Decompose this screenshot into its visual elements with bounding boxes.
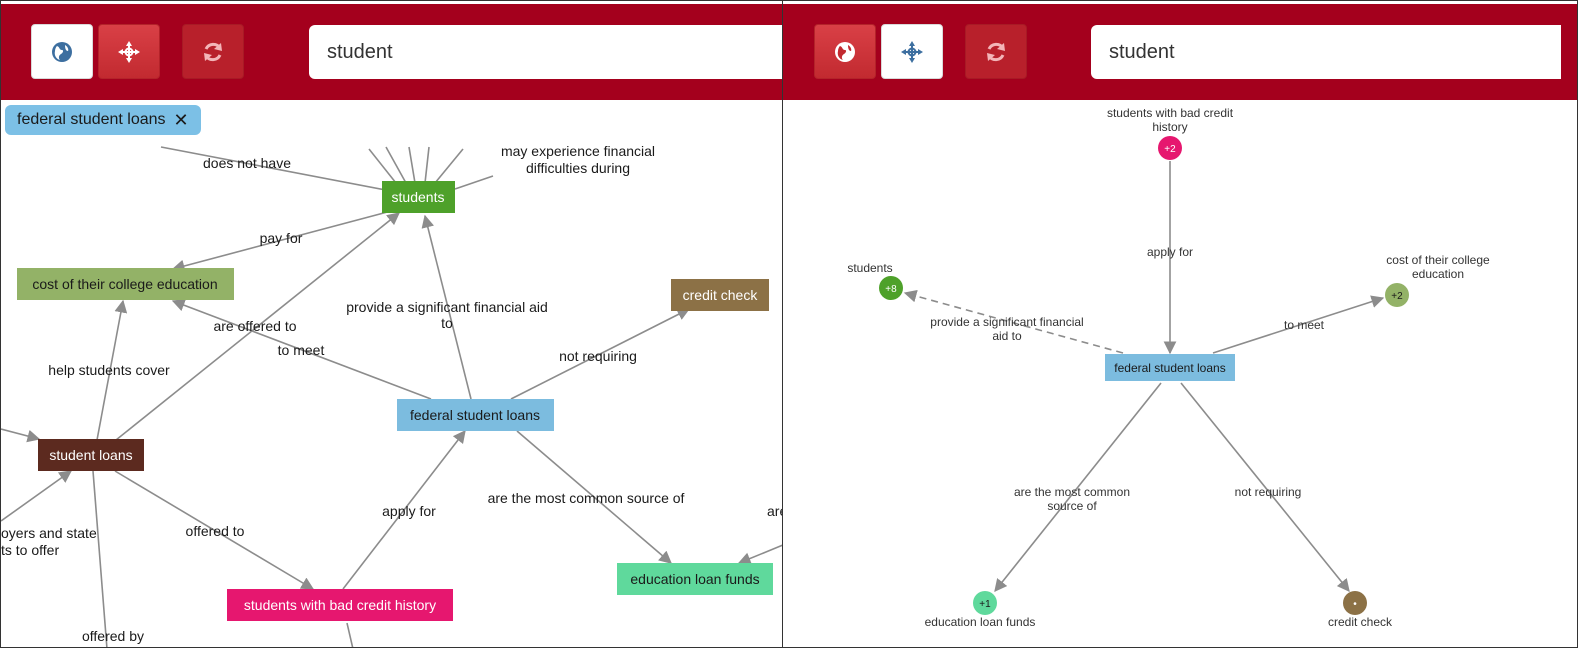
edge-label-employers-2: ts to offer bbox=[1, 542, 59, 558]
node-student-loans-label: student loans bbox=[49, 447, 132, 463]
crosshair-icon bbox=[118, 40, 140, 63]
node-federal-student-loans[interactable]: federal student loans bbox=[1105, 354, 1235, 381]
node-cost-of-college-education[interactable]: cost of their college education +2 bbox=[1385, 253, 1490, 307]
filter-chip-label: federal student loans bbox=[17, 111, 166, 128]
toolbar: student bbox=[1, 4, 782, 100]
node-student-loans[interactable]: student loans bbox=[38, 439, 144, 471]
edge-label-are: are bbox=[767, 503, 782, 519]
focus-view-button[interactable] bbox=[98, 24, 160, 79]
edge-label-financial-difficulties-1: may experience financial bbox=[501, 143, 655, 159]
right-graph-panel: student apply for provide a significant … bbox=[782, 0, 1578, 648]
close-icon[interactable]: ✕ bbox=[174, 110, 189, 131]
edge-label-pay-for: pay for bbox=[260, 230, 303, 246]
node-students[interactable]: students bbox=[382, 181, 455, 213]
node-edu-funds-label: education loan funds bbox=[630, 571, 759, 587]
node-credit-check-badge: • bbox=[1353, 599, 1357, 610]
search-input[interactable]: student bbox=[309, 25, 782, 79]
node-students[interactable]: students +8 bbox=[847, 261, 903, 300]
crosshair-icon bbox=[901, 40, 923, 63]
node-credit-check[interactable]: • credit check bbox=[1328, 591, 1393, 629]
toolbar: student bbox=[783, 4, 1577, 100]
refresh-icon bbox=[204, 42, 222, 61]
refresh-button[interactable] bbox=[182, 24, 244, 79]
node-education-loan-funds[interactable]: education loan funds bbox=[617, 563, 773, 595]
knowledge-graph[interactable]: does not have may experience financial d… bbox=[1, 100, 782, 648]
node-bad-credit-badge: +2 bbox=[1164, 144, 1176, 155]
edge-label-most-common-1: are the most common bbox=[1014, 485, 1130, 499]
edge-label-most-common-2: source of bbox=[1047, 499, 1097, 513]
edge-label-offered-by: offered by bbox=[82, 628, 144, 644]
node-education-loan-funds[interactable]: +1 education loan funds bbox=[925, 591, 1036, 629]
edge-label-to-meet: to meet bbox=[1284, 318, 1325, 332]
edge-label-to-meet: to meet bbox=[278, 342, 325, 358]
node-students-bad-credit[interactable]: students with bad credit history +2 bbox=[1107, 106, 1234, 160]
node-bad-credit-label: students with bad credit history bbox=[244, 597, 436, 613]
search-value: student bbox=[327, 40, 393, 63]
node-federal-label: federal student loans bbox=[410, 407, 540, 423]
node-cost-badge: +2 bbox=[1391, 291, 1403, 302]
node-edu-funds-badge: +1 bbox=[979, 599, 991, 610]
refresh-button[interactable] bbox=[965, 24, 1027, 79]
node-students-bad-credit[interactable]: students with bad credit history bbox=[227, 589, 453, 621]
focus-view-button[interactable] bbox=[881, 24, 943, 79]
focus-graph[interactable]: apply for provide a significant financia… bbox=[783, 100, 1578, 648]
node-federal-student-loans[interactable]: federal student loans bbox=[397, 399, 554, 431]
search-input[interactable]: student bbox=[1091, 25, 1561, 79]
node-bad-credit-label-1: students with bad credit bbox=[1107, 106, 1234, 120]
globe-icon bbox=[835, 41, 855, 62]
node-edu-funds-label: education loan funds bbox=[925, 615, 1036, 629]
node-credit-check[interactable]: credit check bbox=[671, 279, 769, 311]
node-students-badge: +8 bbox=[885, 284, 897, 295]
node-students-label: students bbox=[847, 261, 892, 275]
edge-label-most-common-source: are the most common source of bbox=[488, 490, 685, 506]
edge-label-not-requiring: not requiring bbox=[1235, 485, 1302, 499]
edge-label-provide-aid-1: provide a significant financial bbox=[930, 315, 1083, 329]
edge-label-provide-aid-1: provide a significant financial aid bbox=[346, 299, 548, 315]
edge-label-financial-difficulties-2: difficulties during bbox=[526, 160, 630, 176]
edge-label-employers-1: oyers and state bbox=[1, 525, 97, 541]
filter-chip[interactable]: federal student loans ✕ bbox=[5, 105, 201, 135]
edge-label-offered-to: offered to bbox=[186, 523, 245, 539]
edge-label-apply-for: apply for bbox=[382, 503, 436, 519]
node-cost-label-2: education bbox=[1412, 267, 1464, 281]
node-cost-label-1: cost of their college bbox=[1386, 253, 1490, 267]
edge-label-provide-aid-2: to bbox=[441, 315, 453, 331]
node-cost-label: cost of their college education bbox=[32, 276, 217, 292]
search-value: student bbox=[1109, 40, 1175, 63]
node-federal-label: federal student loans bbox=[1114, 361, 1225, 375]
node-cost-of-college-education[interactable]: cost of their college education bbox=[17, 268, 234, 300]
node-credit-check-label: credit check bbox=[683, 287, 759, 303]
node-credit-check-label: credit check bbox=[1328, 615, 1393, 629]
globe-view-button[interactable] bbox=[814, 24, 876, 79]
node-students-label: students bbox=[392, 189, 445, 205]
edge-label-not-requiring: not requiring bbox=[559, 348, 637, 364]
edge-label-help-students-cover: help students cover bbox=[48, 362, 170, 378]
edge-label-does-not-have: does not have bbox=[203, 155, 291, 171]
globe-icon bbox=[52, 41, 72, 62]
refresh-icon bbox=[987, 42, 1005, 61]
left-graph-panel: student does not have may experience fin… bbox=[0, 0, 782, 648]
edge-label-are-offered-to: are offered to bbox=[213, 318, 296, 334]
globe-view-button[interactable] bbox=[31, 24, 93, 79]
edge-label-apply-for: apply for bbox=[1147, 245, 1193, 259]
node-bad-credit-label-2: history bbox=[1152, 120, 1187, 134]
edge-label-provide-aid-2: aid to bbox=[992, 329, 1022, 343]
